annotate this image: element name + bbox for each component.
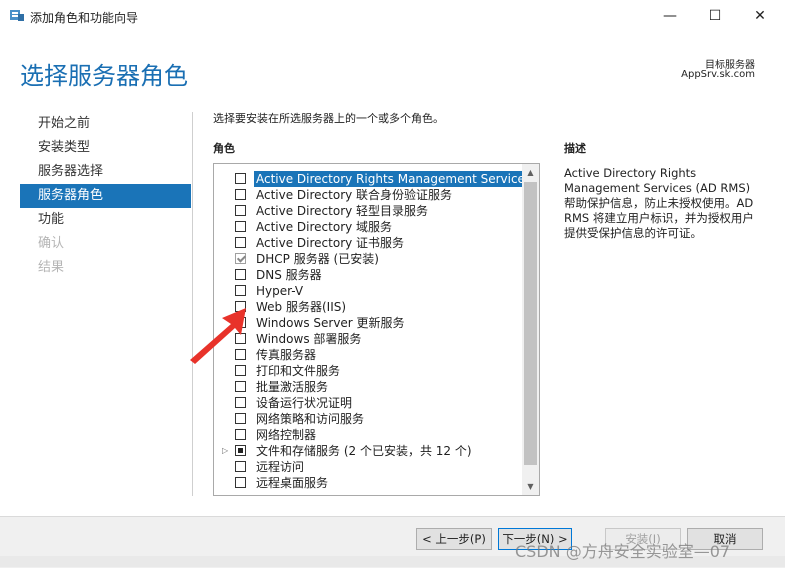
- role-item[interactable]: 传真服务器: [214, 347, 519, 363]
- role-checkbox[interactable]: [235, 189, 246, 200]
- minimize-button[interactable]: —: [650, 4, 690, 28]
- role-checkbox[interactable]: [235, 461, 246, 472]
- role-item[interactable]: Active Directory 域服务: [214, 219, 519, 235]
- role-item[interactable]: 网络策略和访问服务: [214, 411, 519, 427]
- nav-item-features[interactable]: 功能: [20, 208, 191, 232]
- role-item[interactable]: Web 服务器(IIS): [214, 299, 519, 315]
- role-checkbox[interactable]: [235, 477, 246, 488]
- role-item[interactable]: 打印和文件服务: [214, 363, 519, 379]
- role-item[interactable]: 远程访问: [214, 459, 519, 475]
- role-checkbox[interactable]: [235, 381, 246, 392]
- red-arrow-annotation: [190, 308, 246, 364]
- role-label[interactable]: 传真服务器: [256, 347, 316, 363]
- role-item[interactable]: 网络控制器: [214, 427, 519, 443]
- role-item[interactable]: Active Directory 联合身份验证服务: [214, 187, 519, 203]
- role-checkbox[interactable]: [235, 397, 246, 408]
- role-item[interactable]: Active Directory Rights Management Servi…: [214, 171, 534, 187]
- role-checkbox-partial[interactable]: [235, 445, 246, 456]
- maximize-button[interactable]: ☐: [695, 4, 735, 28]
- role-checkbox-checked[interactable]: [235, 253, 246, 264]
- role-label[interactable]: Active Directory Rights Management Servi…: [254, 171, 534, 187]
- role-label[interactable]: Hyper-V: [256, 283, 303, 299]
- role-item[interactable]: Active Directory 证书服务: [214, 235, 519, 251]
- wizard-nav: 开始之前 安装类型 服务器选择 服务器角色 功能 确认 结果: [20, 112, 191, 280]
- window-title: 添加角色和功能向导: [30, 11, 139, 25]
- role-label[interactable]: 远程桌面服务: [256, 475, 328, 491]
- role-checkbox[interactable]: [235, 413, 246, 424]
- roles-scrollbar[interactable]: ▲ ▼: [522, 164, 539, 495]
- role-label[interactable]: 远程访问: [256, 459, 304, 475]
- role-checkbox[interactable]: [235, 221, 246, 232]
- role-label[interactable]: Active Directory 证书服务: [256, 235, 404, 251]
- nav-item-installation-type[interactable]: 安装类型: [20, 136, 191, 160]
- scroll-down-icon[interactable]: ▼: [522, 478, 539, 495]
- roles-list[interactable]: Active Directory Rights Management Servi…: [213, 163, 540, 496]
- close-button[interactable]: ✕: [740, 4, 780, 28]
- role-label[interactable]: Windows Server 更新服务: [256, 315, 405, 331]
- role-label[interactable]: Active Directory 轻型目录服务: [256, 203, 428, 219]
- role-item[interactable]: DNS 服务器: [214, 267, 519, 283]
- instruction-text: 选择要安装在所选服务器上的一个或多个角色。: [213, 112, 444, 125]
- role-checkbox[interactable]: [235, 237, 246, 248]
- nav-item-server-selection[interactable]: 服务器选择: [20, 160, 191, 184]
- role-checkbox[interactable]: [235, 365, 246, 376]
- role-label[interactable]: 网络控制器: [256, 427, 316, 443]
- nav-item-confirmation: 确认: [38, 236, 65, 251]
- role-label[interactable]: Active Directory 联合身份验证服务: [256, 187, 452, 203]
- expand-arrow-icon[interactable]: ▷: [222, 444, 232, 458]
- role-checkbox[interactable]: [235, 173, 246, 184]
- scroll-up-icon[interactable]: ▲: [522, 164, 539, 181]
- role-label[interactable]: Windows 部署服务: [256, 331, 361, 347]
- role-item[interactable]: Windows Server 更新服务: [214, 315, 519, 331]
- description-text: Active Directory Rights Management Servi…: [564, 166, 754, 240]
- title-bar: 添加角色和功能向导 — ☐ ✕: [0, 0, 785, 32]
- nav-item-server-roles[interactable]: 服务器角色: [20, 184, 191, 208]
- description-heading: 描述: [564, 142, 586, 155]
- scrollbar-thumb[interactable]: [524, 182, 537, 465]
- role-label[interactable]: Web 服务器(IIS): [256, 299, 346, 315]
- server-manager-icon: [10, 10, 24, 21]
- role-label[interactable]: DNS 服务器: [256, 267, 322, 283]
- role-label[interactable]: DHCP 服务器 (已安装): [256, 251, 379, 267]
- role-label[interactable]: 文件和存储服务 (2 个已安装，共 12 个): [256, 443, 472, 459]
- role-item[interactable]: 设备运行状况证明: [214, 395, 519, 411]
- role-item[interactable]: Active Directory 轻型目录服务: [214, 203, 519, 219]
- role-item[interactable]: 批量激活服务: [214, 379, 519, 395]
- role-item[interactable]: Hyper-V: [214, 283, 519, 299]
- watermark-text: CSDN @方舟安全实验室—07: [515, 542, 731, 561]
- role-label[interactable]: 网络策略和访问服务: [256, 411, 364, 427]
- role-label[interactable]: 设备运行状况证明: [256, 395, 352, 411]
- role-item[interactable]: 远程桌面服务: [214, 475, 519, 491]
- role-label[interactable]: Active Directory 域服务: [256, 219, 392, 235]
- role-item[interactable]: ▷ 文件和存储服务 (2 个已安装，共 12 个): [214, 443, 519, 459]
- previous-button[interactable]: < 上一步(P): [416, 528, 492, 550]
- nav-divider: [192, 112, 193, 496]
- role-checkbox[interactable]: [235, 429, 246, 440]
- roles-heading: 角色: [213, 142, 235, 155]
- target-server-host: AppSrv.sk.com: [681, 69, 755, 80]
- role-label[interactable]: 批量激活服务: [256, 379, 328, 395]
- role-checkbox[interactable]: [235, 205, 246, 216]
- page-title: 选择服务器角色: [20, 62, 188, 90]
- role-checkbox[interactable]: [235, 285, 246, 296]
- role-label[interactable]: 打印和文件服务: [256, 363, 340, 379]
- role-item[interactable]: Windows 部署服务: [214, 331, 519, 347]
- role-item[interactable]: DHCP 服务器 (已安装): [214, 251, 519, 267]
- nav-item-results: 结果: [38, 260, 65, 275]
- role-checkbox[interactable]: [235, 269, 246, 280]
- nav-item-before-you-begin[interactable]: 开始之前: [20, 112, 191, 136]
